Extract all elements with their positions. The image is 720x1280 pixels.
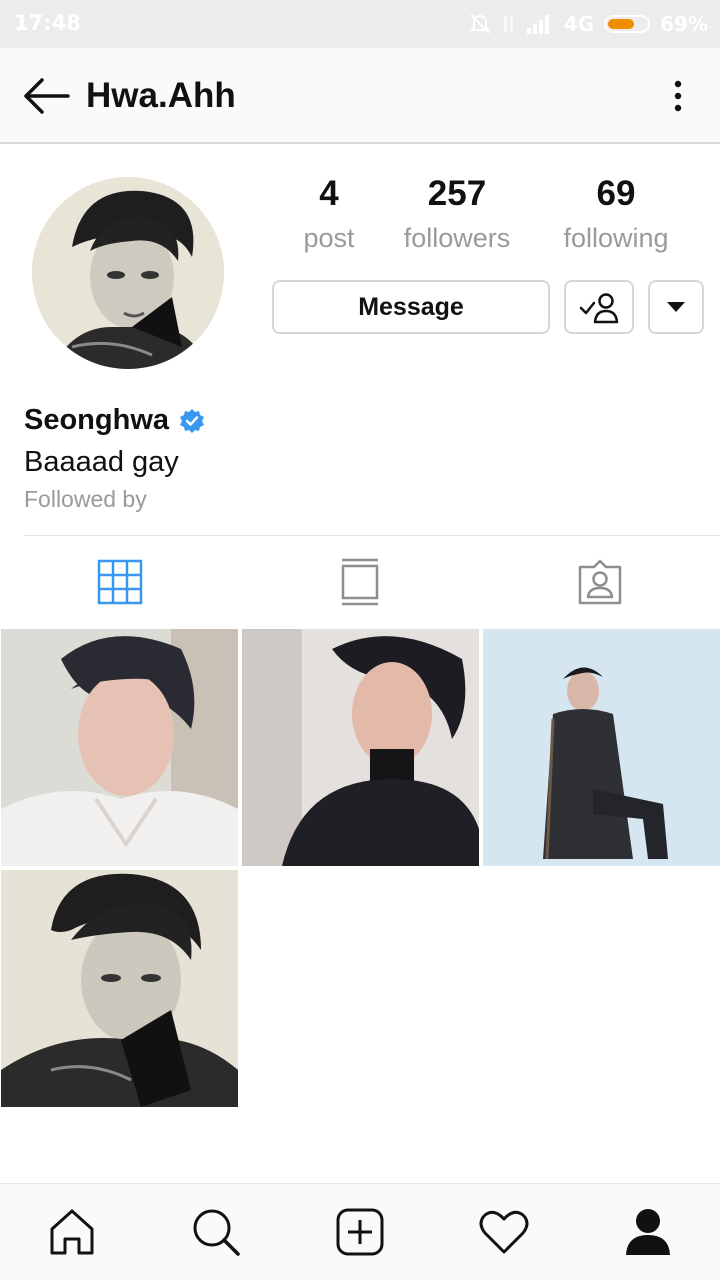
- profile-username: Hwa.Ahh: [86, 76, 236, 115]
- followed-by-text[interactable]: Followed by: [24, 486, 147, 513]
- battery-icon: [604, 15, 651, 33]
- followers-count-label: followers: [403, 223, 511, 253]
- post-thumbnail[interactable]: [1, 629, 238, 866]
- more-vertical-icon: [674, 80, 682, 112]
- status-icons: 4G 69%: [468, 8, 708, 40]
- network-type: 4G: [563, 12, 595, 36]
- bottom-nav: [0, 1183, 720, 1280]
- nav-new-post-button[interactable]: [332, 1204, 388, 1260]
- plus-square-icon: [336, 1208, 384, 1256]
- person-icon: [626, 1209, 670, 1255]
- nav-activity-button[interactable]: [476, 1204, 532, 1260]
- caret-down-icon: [667, 302, 685, 312]
- profile-avatar[interactable]: [32, 177, 224, 369]
- status-bar: 17:48 4G 69%: [0, 0, 720, 48]
- following-count-value: 69: [596, 174, 636, 213]
- mute-icon: [469, 14, 491, 34]
- arrow-left-icon: [24, 78, 70, 114]
- top-bar: Hwa.Ahh: [0, 48, 720, 144]
- following-status-button[interactable]: [564, 280, 634, 334]
- igtv-icon: [341, 558, 379, 606]
- profile-bio: Baaaad gay: [24, 446, 179, 478]
- nav-search-button[interactable]: [188, 1204, 244, 1260]
- battery-percent: 69%: [660, 12, 708, 36]
- user-check-icon: [579, 293, 619, 324]
- signal-icon: [526, 15, 549, 34]
- profile-name-row: Seonghwa: [24, 404, 205, 437]
- followers-count-value: 257: [427, 174, 487, 213]
- heart-icon: [479, 1210, 529, 1254]
- tab-tagged[interactable]: [480, 536, 720, 628]
- photo-monochrome: [1, 870, 238, 1107]
- profile-tabs: [0, 536, 720, 628]
- photo-seated-portrait: [483, 629, 720, 866]
- followers-count[interactable]: 257 followers: [377, 172, 537, 260]
- tab-grid[interactable]: [0, 536, 240, 628]
- verified-badge-icon: [180, 408, 205, 433]
- grid-icon: [97, 559, 143, 605]
- more-options-button[interactable]: [666, 78, 690, 114]
- avatar-photo: [32, 177, 224, 369]
- sim-icon: [503, 16, 513, 32]
- message-button-label: Message: [358, 292, 464, 321]
- following-count-label: following: [563, 223, 669, 253]
- back-button[interactable]: [18, 74, 74, 118]
- following-count[interactable]: 69 following: [536, 172, 696, 260]
- photo-black-suit: [242, 629, 479, 866]
- nav-home-button[interactable]: [44, 1204, 100, 1260]
- nav-profile-button[interactable]: [620, 1204, 676, 1260]
- post-thumbnail[interactable]: [483, 629, 720, 866]
- photo-white-sweater: [1, 629, 238, 866]
- message-button[interactable]: Message: [272, 280, 550, 334]
- status-time: 17:48: [14, 11, 81, 35]
- profile-display-name: Seonghwa: [24, 404, 170, 436]
- home-icon: [50, 1209, 94, 1255]
- tab-igtv[interactable]: [240, 536, 480, 628]
- post-thumbnail[interactable]: [1, 870, 238, 1107]
- suggestions-dropdown-button[interactable]: [648, 280, 704, 334]
- search-icon: [193, 1209, 240, 1256]
- post-thumbnail[interactable]: [242, 629, 479, 866]
- battery-fill: [608, 19, 635, 29]
- tagged-icon: [578, 559, 622, 605]
